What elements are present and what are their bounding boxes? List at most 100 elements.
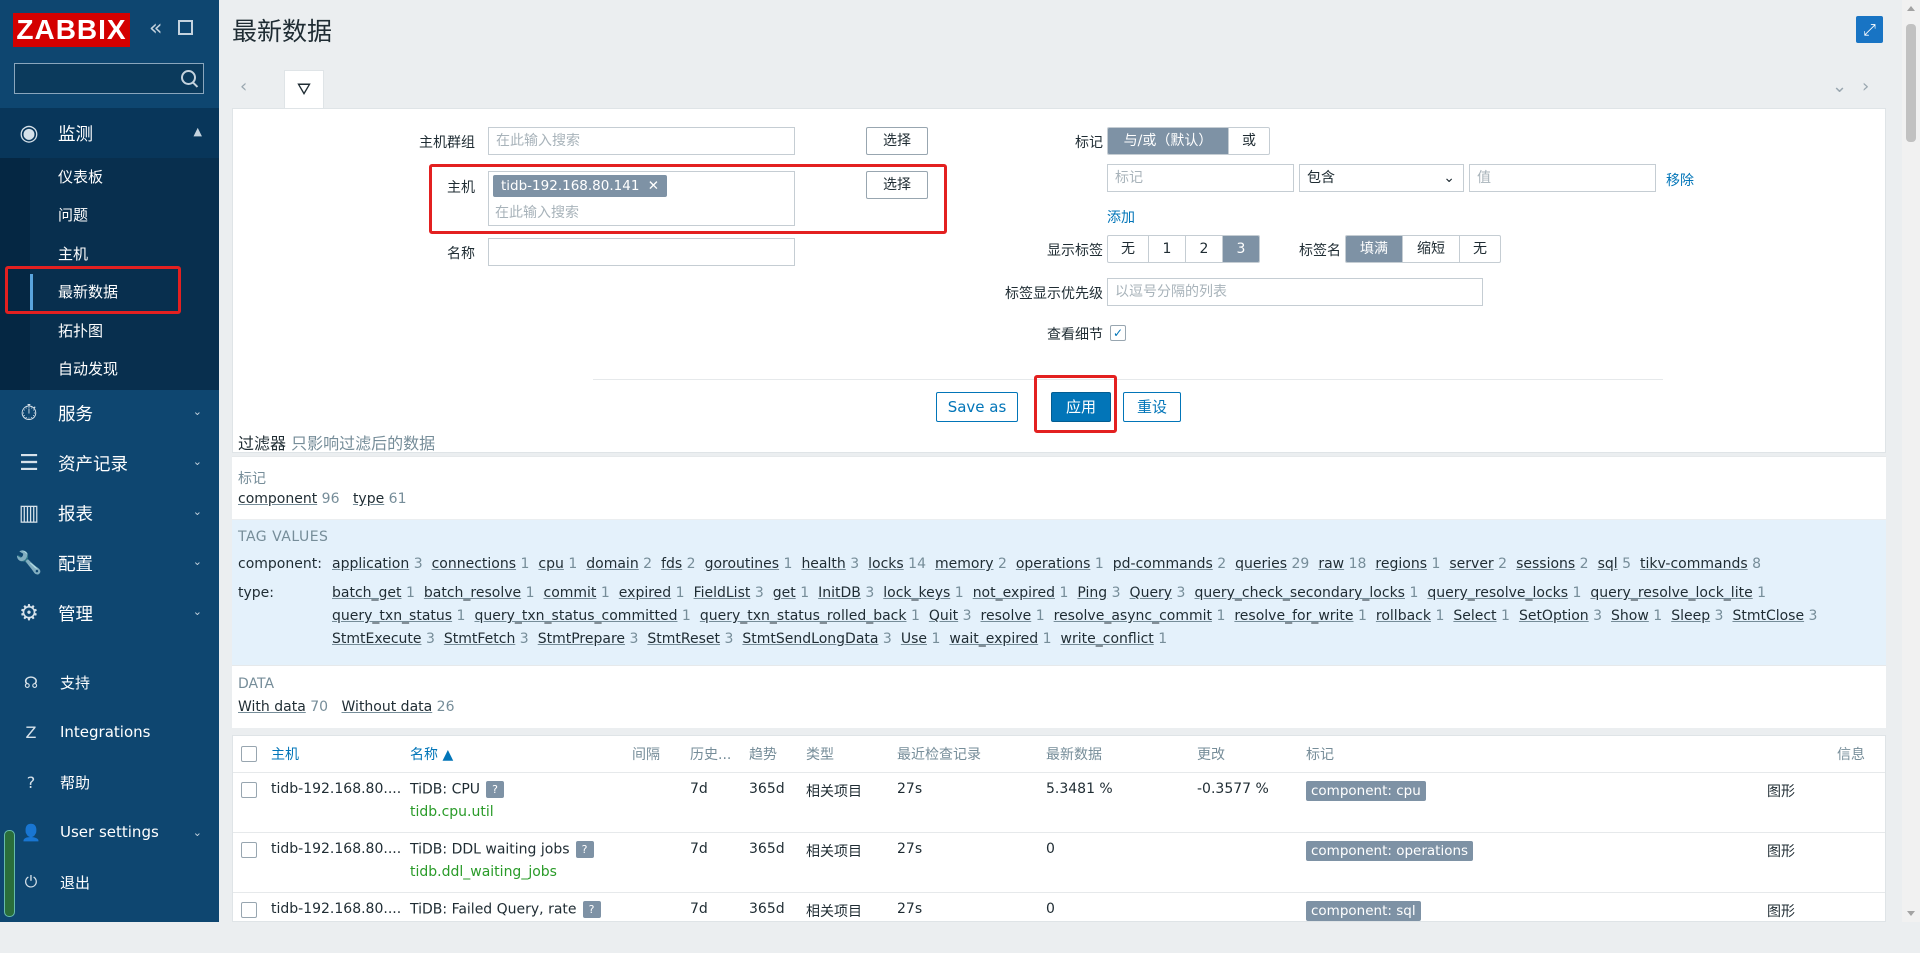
nav-services[interactable]: ⏱ 服务 ⌄ [0, 388, 219, 438]
nav-sign-out[interactable]: ⏻ 退出 [0, 862, 219, 902]
save-as-button[interactable]: Save as [936, 392, 1018, 422]
subfilter-value-link[interactable]: domain [586, 556, 638, 572]
subfilter-value-link[interactable]: get [773, 585, 796, 601]
subfilter-value-link[interactable]: operations [1016, 556, 1091, 572]
chevron-down-icon[interactable]: ⌄ [1832, 76, 1847, 97]
row-graph-link[interactable]: 图形 [1767, 841, 1795, 861]
tag-name-short[interactable]: 缩短 [1403, 236, 1460, 262]
fullscreen-button[interactable]: ⤢ [1856, 16, 1883, 43]
subfilter-value-link[interactable]: resolve [981, 608, 1032, 624]
show-details-checkbox[interactable]: ✓ [1110, 325, 1126, 341]
row-checkbox[interactable] [241, 842, 257, 858]
subfilter-value-link[interactable]: StmtFetch [444, 631, 515, 647]
chevron-left-icon[interactable]: ‹ [240, 76, 247, 97]
help-icon[interactable]: ? [575, 841, 594, 858]
row-host[interactable]: tidb-192.168.80.... [271, 901, 401, 917]
row-host[interactable]: tidb-192.168.80.... [271, 841, 401, 857]
menu-item-discovery[interactable]: 自动发现 [58, 350, 118, 388]
page-scrollbar[interactable] [1902, 0, 1920, 922]
subfilter-value-link[interactable]: Select [1453, 608, 1496, 624]
subfilter-value-link[interactable]: server [1449, 556, 1493, 572]
subfilter-value-link[interactable]: tikv-commands [1640, 556, 1748, 572]
subfilter-value-link[interactable]: StmtReset [647, 631, 720, 647]
host-groups-input[interactable]: 在此输入搜索 [488, 127, 795, 155]
show-tags-3[interactable]: 3 [1223, 236, 1259, 262]
subfilter-value-link[interactable]: query_resolve_lock_lite [1590, 585, 1752, 601]
help-icon[interactable]: ? [582, 901, 601, 918]
tag-name-input[interactable]: 标记 [1107, 164, 1294, 192]
subfilter-value-link[interactable]: sessions [1516, 556, 1575, 572]
show-tags-2[interactable]: 2 [1186, 236, 1223, 262]
subfilter-value-link[interactable]: commit [544, 585, 597, 601]
nav-support[interactable]: ☊ 支持 [0, 662, 219, 702]
nav-help[interactable]: ? 帮助 [0, 762, 219, 802]
subfilter-value-link[interactable]: InitDB [818, 585, 861, 601]
tag-name-none[interactable]: 无 [1460, 236, 1500, 262]
row-tag[interactable]: component: sql [1306, 901, 1421, 921]
nav-configuration[interactable]: 🔧 配置 ⌄ [0, 538, 219, 588]
subfilter-value-link[interactable]: rollback [1376, 608, 1431, 624]
subfilter-value-link[interactable]: StmtExecute [332, 631, 422, 647]
collapse-sidebar-icon[interactable]: « [149, 18, 162, 40]
show-tags-toggle[interactable]: 无 1 2 3 [1107, 235, 1260, 263]
subfilter-value-link[interactable]: memory [935, 556, 994, 572]
scroll-up-arrow[interactable] [1907, 6, 1915, 11]
sidebar-search-input[interactable] [14, 63, 204, 94]
subfilter-value-link[interactable]: queries [1235, 556, 1287, 572]
scrollbar-thumb[interactable] [1906, 24, 1916, 142]
subfilter-value-link[interactable]: resolve_async_commit [1054, 608, 1212, 624]
tags-mode-or[interactable]: 或 [1229, 128, 1269, 154]
tag-operator-select[interactable]: 包含 ⌄ [1299, 164, 1464, 192]
subfilter-value-link[interactable]: Use [901, 631, 927, 647]
subfilter-value-link[interactable]: query_txn_status_rolled_back [700, 608, 907, 624]
remove-tag-link[interactable]: 移除 [1666, 170, 1694, 190]
subfilter-value-link[interactable]: query_resolve_locks [1427, 585, 1568, 601]
row-checkbox[interactable] [241, 902, 257, 918]
subfilter-value-link[interactable]: goroutines [705, 556, 780, 572]
nav-monitoring[interactable]: ◉ 监测 ▲ [0, 108, 219, 158]
subfilter-value-link[interactable]: pd-commands [1113, 556, 1213, 572]
subfilter-without-data[interactable]: Without data [342, 699, 433, 715]
subfilter-value-link[interactable]: sql [1598, 556, 1618, 572]
select-all-checkbox[interactable] [241, 746, 257, 762]
subfilter-value-link[interactable]: StmtSendLongData [742, 631, 878, 647]
row-name[interactable]: TiDB: CPU? [410, 781, 505, 798]
subfilter-value-link[interactable]: lock_keys [883, 585, 950, 601]
subfilter-value-link[interactable]: not_expired [973, 585, 1055, 601]
subfilter-value-link[interactable]: Quit [929, 608, 958, 624]
subfilter-value-link[interactable]: Query [1130, 585, 1173, 601]
kiosk-mode-icon[interactable] [178, 20, 193, 35]
nav-inventory[interactable]: ☰ 资产记录 ⌄ [0, 438, 219, 488]
nav-reports[interactable]: ▥ 报表 ⌄ [0, 488, 219, 538]
subfilter-tag-component[interactable]: component [238, 491, 317, 507]
row-name[interactable]: TiDB: Failed Query, rate? [410, 901, 601, 918]
zabbix-logo[interactable]: ZABBIX [13, 13, 130, 47]
subfilter-value-link[interactable]: resolve_for_write [1234, 608, 1353, 624]
subfilter-value-link[interactable]: health [801, 556, 845, 572]
add-tag-link[interactable]: 添加 [1107, 207, 1135, 227]
col-name[interactable]: 名称 ▲ [410, 744, 453, 764]
subfilter-value-link[interactable]: query_check_secondary_locks [1194, 585, 1405, 601]
subfilter-value-link[interactable]: expired [619, 585, 671, 601]
subfilter-value-link[interactable]: batch_resolve [424, 585, 521, 601]
nav-integrations[interactable]: Z Integrations [0, 712, 219, 752]
subfilter-value-link[interactable]: query_txn_status_committed [474, 608, 677, 624]
search-icon[interactable] [181, 70, 196, 85]
subfilter-value-link[interactable]: Ping [1077, 585, 1107, 601]
menu-item-dashboard[interactable]: 仪表板 [58, 158, 103, 196]
tag-name-full[interactable]: 填满 [1346, 236, 1403, 262]
subfilter-value-link[interactable]: fds [661, 556, 682, 572]
subfilter-value-link[interactable]: application [332, 556, 409, 572]
sidebar-scroll-indicator[interactable] [4, 830, 15, 917]
subfilter-value-link[interactable]: cpu [538, 556, 563, 572]
nav-administration[interactable]: ⚙ 管理 ⌄ [0, 588, 219, 638]
subfilter-value-link[interactable]: connections [432, 556, 516, 572]
filter-tab[interactable]: ⛛ [284, 70, 324, 109]
show-tags-1[interactable]: 1 [1149, 236, 1186, 262]
chevron-right-icon[interactable]: › [1862, 76, 1869, 97]
subfilter-value-link[interactable]: wait_expired [949, 631, 1038, 647]
row-tag[interactable]: component: cpu [1306, 781, 1426, 801]
tag-priority-input[interactable]: 以逗号分隔的列表 [1107, 278, 1483, 306]
subfilter-value-link[interactable]: SetOption [1519, 608, 1589, 624]
nav-user-settings[interactable]: 👤 User settings ⌄ [0, 812, 219, 852]
